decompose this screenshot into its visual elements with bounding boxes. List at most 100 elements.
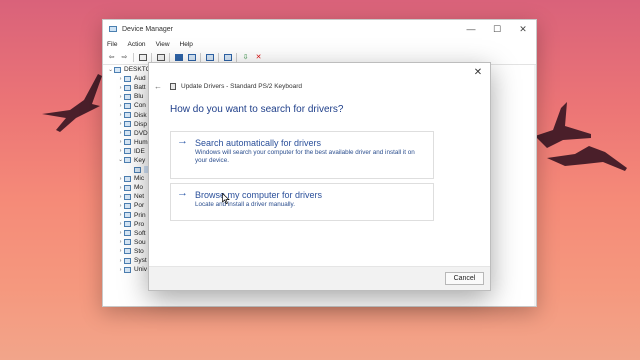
- tree-item-label: Soft: [134, 229, 146, 237]
- properties-icon[interactable]: [156, 53, 165, 62]
- update-driver-icon[interactable]: [205, 53, 214, 62]
- enable-device-icon[interactable]: ⇩: [241, 53, 250, 62]
- system-devices-icon: [124, 257, 131, 264]
- tree-item[interactable]: ⌄ DESKTC: [107, 65, 154, 74]
- right-arrow-icon: →: [177, 135, 188, 147]
- keyboard-icon: [124, 157, 131, 164]
- tree-item[interactable]: › Net: [107, 192, 154, 201]
- forward-arrow-icon[interactable]: ⇨: [120, 53, 129, 62]
- chevron-right-icon[interactable]: ›: [117, 139, 124, 145]
- help-icon[interactable]: [174, 53, 183, 62]
- tree-item[interactable]: [107, 165, 154, 174]
- tree-item[interactable]: › Syst: [107, 256, 154, 265]
- chevron-right-icon[interactable]: ›: [117, 130, 124, 136]
- tree-scrollbar[interactable]: [534, 65, 536, 306]
- tree-item[interactable]: › Disp: [107, 120, 154, 129]
- keyboard-device-icon: [134, 166, 141, 173]
- chevron-right-icon[interactable]: ›: [117, 103, 124, 109]
- option-title: Search automatically for drivers: [195, 138, 322, 148]
- chevron-right-icon[interactable]: ›: [117, 148, 124, 154]
- tree-item[interactable]: › Soft: [107, 229, 154, 238]
- tree-item[interactable]: › Mic: [107, 174, 154, 183]
- tree-item[interactable]: › Hum: [107, 138, 154, 147]
- chevron-right-icon[interactable]: ›: [117, 230, 124, 236]
- back-arrow-icon[interactable]: ⇦: [107, 53, 116, 62]
- tree-item[interactable]: › Prin: [107, 211, 154, 220]
- menu-help[interactable]: Help: [180, 41, 193, 48]
- toolbar-separator: [151, 53, 152, 62]
- tree-item[interactable]: › Batt: [107, 83, 154, 92]
- chevron-right-icon[interactable]: ›: [117, 194, 124, 200]
- tree-item[interactable]: ⌄ Key: [107, 156, 154, 165]
- tree-item-label: Prin: [134, 211, 146, 219]
- chevron-right-icon[interactable]: ›: [117, 176, 124, 182]
- mouse-cursor-icon: [222, 193, 230, 204]
- chevron-right-icon[interactable]: ›: [117, 258, 124, 264]
- ports-icon: [124, 202, 131, 209]
- chevron-right-icon[interactable]: ›: [117, 94, 124, 100]
- chevron-right-icon[interactable]: ›: [117, 239, 124, 245]
- tree-item-label: IDE: [134, 147, 145, 155]
- tree-item-label: Disp: [134, 120, 148, 128]
- tree-item-label: Batt: [134, 84, 146, 92]
- device-manager-titlebar[interactable]: Device Manager — ☐ ✕: [103, 20, 536, 38]
- chevron-right-icon[interactable]: ›: [117, 85, 124, 91]
- search-automatically-option[interactable]: → Search automatically for drivers Windo…: [170, 131, 434, 179]
- cancel-button[interactable]: Cancel: [445, 272, 484, 285]
- tree-item-label: Mo: [134, 184, 144, 192]
- tree-item-label: Sto: [134, 247, 144, 255]
- tree-item-label: Net: [134, 193, 145, 201]
- device-tree: ⌄ DESKTC › Aud › Batt › Blu › Con › Disk › Disp › DVD › H…: [107, 65, 154, 274]
- device-list-icon[interactable]: [138, 53, 147, 62]
- tree-item[interactable]: › Aud: [107, 74, 154, 83]
- chevron-down-icon[interactable]: ⌄: [107, 67, 114, 73]
- tree-item[interactable]: › Con: [107, 101, 154, 110]
- chevron-down-icon[interactable]: ⌄: [117, 157, 124, 163]
- right-arrow-icon: →: [177, 187, 188, 199]
- chevron-right-icon[interactable]: ›: [117, 267, 124, 273]
- maximize-button[interactable]: ☐: [484, 20, 510, 38]
- network-adapter-icon: [124, 193, 131, 200]
- menu-action[interactable]: Action: [127, 41, 145, 48]
- tree-item[interactable]: › Disk: [107, 110, 154, 119]
- dialog-header: ← Update Drivers - Standard PS/2 Keyboar…: [154, 82, 302, 91]
- chevron-right-icon[interactable]: ›: [117, 248, 124, 254]
- toolbar-separator: [236, 53, 237, 62]
- close-window-button[interactable]: ✕: [510, 20, 536, 38]
- tree-item[interactable]: › DVD: [107, 129, 154, 138]
- tree-item-label: Aud: [134, 75, 146, 83]
- dialog-close-button[interactable]: ✕: [472, 67, 484, 79]
- chevron-right-icon[interactable]: ›: [117, 121, 124, 127]
- keyboard-icon: [170, 83, 176, 90]
- chevron-right-icon[interactable]: ›: [117, 203, 124, 209]
- uninstall-device-icon[interactable]: ✕: [254, 53, 263, 62]
- toolbar-separator: [169, 53, 170, 62]
- back-arrow-icon[interactable]: ←: [154, 82, 162, 91]
- tree-item[interactable]: › Univ: [107, 265, 154, 274]
- chevron-right-icon[interactable]: ›: [117, 221, 124, 227]
- tree-item-label: Mic: [134, 175, 145, 183]
- menu-view[interactable]: View: [156, 41, 170, 48]
- tree-item[interactable]: › IDE: [107, 147, 154, 156]
- dialog-title: Update Drivers - Standard PS/2 Keyboard: [181, 83, 303, 90]
- menu-bar: File Action View Help: [103, 38, 536, 51]
- chevron-right-icon[interactable]: ›: [117, 185, 124, 191]
- monitor-icon: [124, 184, 131, 191]
- tree-item[interactable]: › Sto: [107, 247, 154, 256]
- crane-silhouette-right-lower: [547, 146, 627, 171]
- browse-computer-option[interactable]: → Browse my computer for drivers Locate …: [170, 183, 434, 221]
- chevron-right-icon[interactable]: ›: [117, 112, 124, 118]
- minimize-button[interactable]: —: [458, 20, 484, 38]
- chevron-right-icon[interactable]: ›: [117, 76, 124, 82]
- tree-item[interactable]: › Por: [107, 201, 154, 210]
- chevron-right-icon[interactable]: ›: [117, 212, 124, 218]
- scan-hardware-icon[interactable]: [223, 53, 232, 62]
- view-resources-icon[interactable]: [187, 53, 196, 62]
- tree-item-label: Univ: [134, 266, 148, 274]
- tree-item[interactable]: › Pro: [107, 220, 154, 229]
- tree-item[interactable]: › Sou: [107, 238, 154, 247]
- tree-item[interactable]: › Blu: [107, 92, 154, 101]
- tree-item[interactable]: › Mo: [107, 183, 154, 192]
- display-adapter-icon: [124, 121, 131, 128]
- menu-file[interactable]: File: [107, 41, 117, 48]
